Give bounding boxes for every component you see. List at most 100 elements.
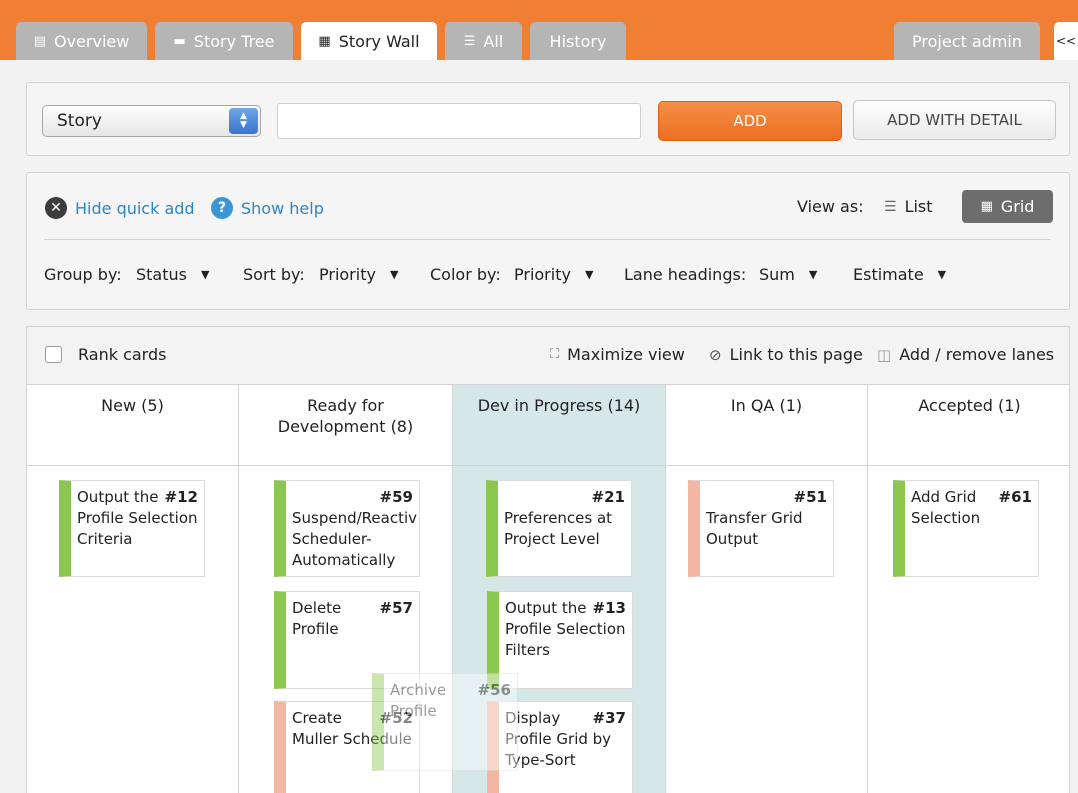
dropdown-arrow-icon: ▼ (389, 268, 399, 281)
view-list-button[interactable]: ☰ List (884, 197, 933, 216)
card-title: Archive Profile (390, 681, 447, 720)
lane-heading: Dev in Progress (14) (453, 385, 665, 466)
rank-cards-checkbox[interactable] (45, 346, 62, 363)
lane-heading: Accepted (1) (868, 385, 1071, 466)
card-number: #59 (379, 488, 413, 506)
card-number: #13 (592, 599, 626, 617)
lane-headings-dropdown[interactable]: Sum ▼ (759, 265, 817, 284)
view-grid-button[interactable]: ▦ Grid (962, 190, 1053, 223)
lane-heading: In QA (1) (666, 385, 867, 466)
view-as-label: View as: (797, 197, 864, 216)
grid-label: Grid (1000, 197, 1035, 216)
estimate-dropdown[interactable]: Estimate ▼ (853, 265, 946, 284)
card-type-value: Story (57, 111, 102, 131)
dropdown-arrow-icon: ▼ (937, 268, 947, 281)
link-to-page-label: Link to this page (729, 345, 863, 364)
show-help-link[interactable]: ? Show help (211, 197, 324, 219)
dropdown-arrow-icon: ▼ (808, 268, 818, 281)
tab-label: History (549, 31, 607, 51)
select-arrows-icon: ▲ ▼ (229, 108, 258, 134)
card-number: #51 (793, 488, 827, 506)
tab-label: Story Tree (193, 31, 275, 51)
top-navigation-bar: ▤ Overview ▬ Story Tree ▦ Story Wall ☰ A… (0, 0, 1078, 60)
show-help-label: Show help (241, 198, 324, 218)
board-toolbar: Rank cards ⛶ Maximize view ⊘ Link to thi… (26, 326, 1070, 384)
document-icon: ▤ (33, 33, 46, 49)
grid-icon: ▦ (318, 33, 331, 49)
close-circle-icon: ✕ (45, 197, 67, 219)
quick-add-panel: Story ▲ ▼ ADD ADD WITH DETAIL (26, 82, 1070, 156)
hide-quick-add-link[interactable]: ✕ Hide quick add (45, 197, 195, 219)
tab-all[interactable]: ☰ All (445, 22, 522, 60)
rank-cards-label: Rank cards (78, 345, 167, 364)
tab-label: Story Wall (338, 31, 420, 51)
lane-new: New (5) (27, 385, 239, 793)
list-icon: ☰ (884, 198, 897, 215)
tab-overview[interactable]: ▤ Overview (16, 22, 147, 60)
story-card[interactable]: #21 Preferences at Project Level (486, 480, 632, 577)
lane-in-qa: In QA (1) (666, 385, 868, 793)
card-number: #61 (998, 488, 1032, 506)
add-remove-lanes-label: Add / remove lanes (899, 345, 1055, 364)
color-by-value: Priority (514, 265, 571, 284)
tab-story-tree[interactable]: ▬ Story Tree (155, 22, 293, 60)
dragged-story-card[interactable]: #56 Archive Profile (372, 673, 518, 771)
story-card[interactable]: #12 Output the Profile Selection Criteri… (59, 480, 205, 577)
maximize-icon: ⛶ (550, 347, 560, 362)
card-title: Add Grid Selection (911, 488, 981, 527)
tab-project-admin[interactable]: Project admin (894, 22, 1040, 60)
card-title: Delete Profile (292, 599, 342, 638)
tab-label: Project admin (912, 31, 1022, 51)
wall-options-panel: ✕ Hide quick add ? Show help View as: ☰ … (26, 172, 1070, 310)
quick-add-input[interactable] (277, 103, 641, 139)
list-icon: ☰ (463, 33, 476, 49)
collapse-label: << (1055, 34, 1077, 48)
tab-label: Overview (53, 31, 130, 51)
card-type-select[interactable]: Story ▲ ▼ (42, 105, 261, 137)
add-remove-lanes-link[interactable]: ◫ Add / remove lanes (877, 345, 1054, 364)
columns-icon: ◫ (877, 345, 892, 364)
tab-history[interactable]: History (530, 22, 626, 60)
maximize-view-label: Maximize view (567, 345, 685, 364)
grid-icon: ▦ (980, 199, 993, 214)
hide-quick-add-label: Hide quick add (75, 198, 195, 218)
story-card[interactable]: #51 Transfer Grid Output (688, 480, 834, 577)
card-number: #57 (379, 599, 413, 617)
group-by-dropdown[interactable]: Status ▼ (136, 265, 209, 284)
link-icon: ⊘ (709, 345, 722, 364)
estimate-label: Estimate (853, 265, 924, 284)
color-by-label: Color by: (430, 265, 501, 284)
card-number: #37 (592, 709, 626, 727)
card-title: Transfer Grid Output (706, 509, 803, 548)
story-wall-board: New (5) Ready for Development (8) Dev in… (26, 384, 1071, 793)
card-number: #56 (477, 681, 511, 699)
add-with-detail-button[interactable]: ADD WITH DETAIL (853, 100, 1056, 140)
story-card[interactable]: #59 Suspend/Reactiv Scheduler-Automatica… (274, 480, 420, 577)
collapse-button[interactable]: << (1054, 22, 1078, 60)
group-by-value: Status (136, 265, 187, 284)
card-number: #12 (164, 488, 198, 506)
tab-label: All (483, 31, 504, 51)
sort-by-label: Sort by: (243, 265, 305, 284)
list-label: List (904, 197, 933, 216)
link-to-page-link[interactable]: ⊘ Link to this page (709, 345, 863, 364)
tree-icon: ▬ (173, 33, 186, 49)
group-by-label: Group by: (44, 265, 122, 284)
lane-heading: Ready for Development (8) (239, 385, 452, 466)
tab-story-wall[interactable]: ▦ Story Wall (301, 22, 437, 60)
sort-by-dropdown[interactable]: Priority ▼ (319, 265, 398, 284)
dropdown-arrow-icon: ▼ (584, 268, 594, 281)
story-card[interactable]: #61 Add Grid Selection (893, 480, 1039, 577)
card-title: Preferences at Project Level (504, 509, 613, 548)
lane-headings-value: Sum (759, 265, 795, 284)
lane-heading: New (5) (27, 385, 238, 466)
maximize-view-link[interactable]: ⛶ Maximize view (550, 345, 685, 364)
card-title: Suspend/Reactiv Scheduler-Automatically (292, 509, 418, 569)
options-divider (44, 239, 1051, 240)
card-number: #21 (591, 488, 625, 506)
add-button[interactable]: ADD (658, 101, 842, 141)
color-by-dropdown[interactable]: Priority ▼ (514, 265, 593, 284)
lane-headings-label: Lane headings: (624, 265, 747, 284)
help-icon: ? (211, 197, 233, 219)
lane-accepted: Accepted (1) (868, 385, 1071, 793)
